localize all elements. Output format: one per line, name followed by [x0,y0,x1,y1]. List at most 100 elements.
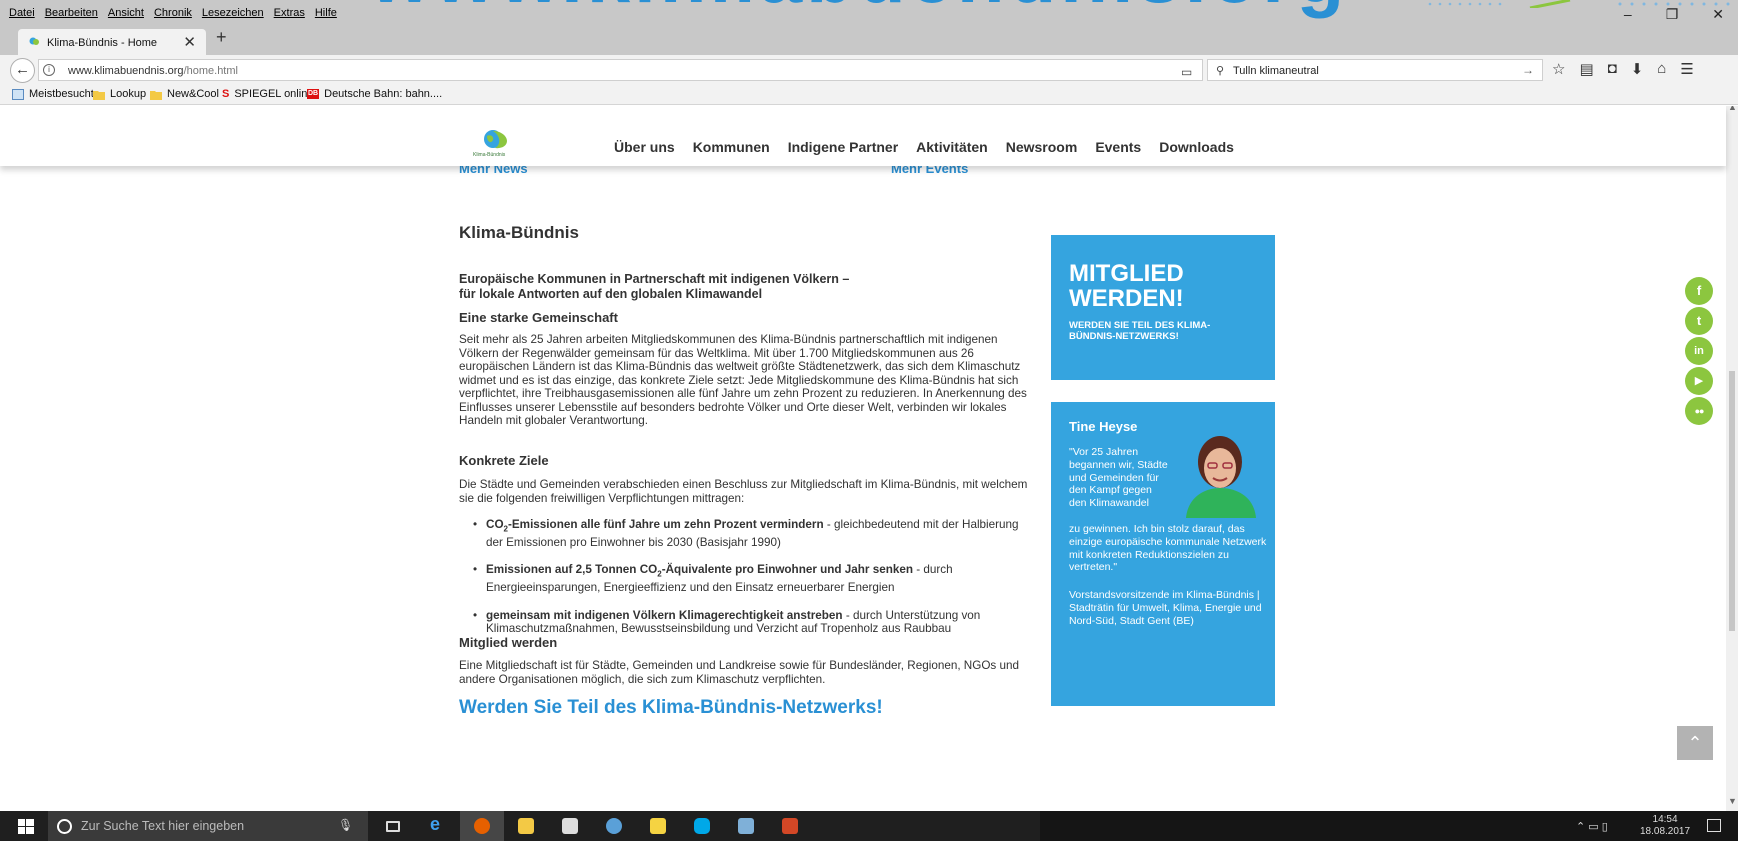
goals-list: CO2-Emissionen alle fünf Jahre um zehn P… [459,518,1019,650]
nav-events[interactable]: Events [1095,139,1141,155]
cortana-icon [57,819,72,834]
scrollbar-thumb[interactable] [1729,371,1735,631]
url-host: www.klimabuendnis.org [68,65,184,77]
nav-kommunen[interactable]: Kommunen [693,139,770,155]
edge-icon[interactable]: e [416,811,460,841]
paragraph-goals: Die Städte und Gemeinden verabschieden e… [459,478,1028,505]
file-explorer-icon[interactable] [504,811,548,841]
taskbar-clock[interactable]: 14:54 18.08.2017 [1640,814,1690,838]
notification-center-icon[interactable] [1707,819,1721,832]
logo-text: Klima-Bündnis [473,152,506,158]
vertical-scrollbar[interactable]: ▲ ▼ [1726,106,1738,811]
flickr-icon[interactable]: ●● [1685,397,1713,425]
menu-hilfe[interactable]: Hilfe [315,7,337,19]
site-favicon-icon [29,37,39,45]
pocket-icon[interactable]: ◘ [1608,60,1617,78]
folder-icon [93,90,105,100]
nav-downloads[interactable]: Downloads [1159,139,1234,155]
bookmark-label: New&Cool [167,88,219,100]
social-links: f t in ▶ ●● [1685,277,1715,427]
become-member-box[interactable]: MITGLIED WERDEN! WERDEN SIE TEIL DES KLI… [1051,235,1275,380]
member-heading: MITGLIED WERDEN! [1069,261,1184,311]
windows-start-icon[interactable] [18,819,34,834]
bookmark-label: SPIEGEL online [234,88,314,100]
microphone-icon[interactable]: 🎙 [338,818,353,832]
lead-line-1: Europäische Kommunen in Partnerschaft mi… [459,272,850,286]
menu-extras[interactable]: Extras [274,7,305,19]
nav-newsroom[interactable]: Newsroom [1006,139,1078,155]
close-window-button[interactable]: ✕ [1712,6,1724,23]
address-bar[interactable]: www.klimabuendnis.org/home.html ▭ ↻ [38,59,1218,81]
heading-member: Mitglied werden [459,635,558,650]
quote-author: Tine Heyse [1069,419,1138,434]
skype-icon[interactable] [680,811,724,841]
search-input[interactable]: ⚲ Tulln klimaneutral → [1207,59,1543,81]
download-icon[interactable]: ⬇ [1631,60,1644,78]
linkedin-icon[interactable]: in [1685,337,1713,365]
new-tab-button[interactable]: + [216,27,227,48]
notepad-icon[interactable] [724,811,768,841]
bookmark-spiegel[interactable]: S SPIEGEL online [222,88,313,100]
bookmark-meistbesucht[interactable]: Meistbesucht [12,88,94,100]
system-tray-icons[interactable]: ⌃ ▭ ▯ [1576,820,1608,833]
bookmarks-library-icon[interactable]: ▤ [1579,60,1593,78]
heading-goals: Konkrete Ziele [459,453,549,468]
menu-chronik[interactable]: Chronik [154,7,192,19]
taskbar-search-input[interactable]: Zur Suche Text hier eingeben 🎙 [48,811,368,841]
hamburger-menu-icon[interactable]: ☰ [1680,60,1693,78]
scroll-to-top-button[interactable]: ⌃ [1677,726,1713,760]
search-value: Tulln klimaneutral [1233,65,1319,77]
bookmark-label: Lookup [110,88,147,100]
home-icon[interactable]: ⌂ [1657,60,1666,78]
page-title: Klima-Bündnis [459,223,579,242]
powerpoint-icon[interactable] [768,811,812,841]
site-info-icon[interactable]: i [43,64,55,76]
restore-button[interactable]: ❐ [1666,6,1679,23]
youtube-icon[interactable]: ▶ [1685,367,1713,395]
store-icon[interactable] [548,811,592,841]
nav-indigene-partner[interactable]: Indigene Partner [788,139,898,155]
site-logo[interactable]: Klima-Bündnis [471,128,519,160]
taskbar-apps: e [372,811,812,841]
reader-view-icon[interactable]: ▭ [1181,65,1192,79]
firefox-icon[interactable] [460,811,504,841]
nav-ueber-uns[interactable]: Über uns [614,139,675,155]
windows-taskbar: Zur Suche Text hier eingeben 🎙 e ⌃ ▭ ▯ 1… [0,811,1738,841]
minimize-button[interactable]: – [1624,6,1632,23]
tab-close-icon[interactable]: ✕ [183,33,196,51]
sticky-notes-icon[interactable] [636,811,680,841]
address-url: www.klimabuendnis.org/home.html [68,65,238,77]
db-icon: DB [307,89,320,99]
banner-text: www.klimabuendnis.org [370,0,1348,21]
menu-bearbeiten[interactable]: Bearbeiten [45,7,98,19]
task-view-icon[interactable] [372,811,416,841]
taskbar-empty-area [1040,811,1738,841]
menu-lesezeichen[interactable]: Lesezeichen [202,7,264,19]
nav-aktivitaeten[interactable]: Aktivitäten [916,139,988,155]
lead-text: Europäische Kommunen in Partnerschaft mi… [459,272,919,302]
site-header: Klima-Bündnis Über uns Kommunen Indigene… [0,106,1726,166]
twitter-icon[interactable]: t [1685,307,1713,335]
folder-icon [150,90,162,100]
bookmark-lookup[interactable]: Lookup [93,88,146,100]
scroll-down-arrow-icon[interactable]: ▼ [1728,796,1737,806]
bookmark-deutsche-bahn[interactable]: DB Deutsche Bahn: bahn.... [307,88,442,100]
back-button[interactable]: ← [10,58,35,83]
bookmarks-bar: Meistbesucht Lookup New&Cool S SPIEGEL o… [0,85,1738,105]
menu-datei[interactable]: Datei [9,7,35,19]
menu-ansicht[interactable]: Ansicht [108,7,144,19]
list-item: gemeinsam mit indigenen Völkern Klimager… [459,609,1019,636]
facebook-icon[interactable]: f [1685,277,1713,305]
join-network-link[interactable]: Werden Sie Teil des Klima-Bündnis-Netzwe… [459,697,883,719]
bookmark-star-icon[interactable]: ☆ [1552,60,1565,78]
bookmark-label: Deutsche Bahn: bahn.... [324,88,443,100]
tab-klima-buendnis[interactable]: Klima-Bündnis - Home ✕ [18,29,206,55]
paragraph-member: Eine Mitgliedschaft ist für Städte, Geme… [459,659,1020,686]
clock-date: 18.08.2017 [1640,826,1691,837]
network-app-icon[interactable] [592,811,636,841]
bookmark-label: Meistbesucht [29,88,94,100]
url-path: /home.html [183,65,238,77]
bookmark-newcool[interactable]: New&Cool [150,88,219,100]
scroll-up-arrow-icon[interactable]: ▲ [1728,106,1737,112]
search-go-arrow-icon[interactable]: → [1522,63,1534,77]
